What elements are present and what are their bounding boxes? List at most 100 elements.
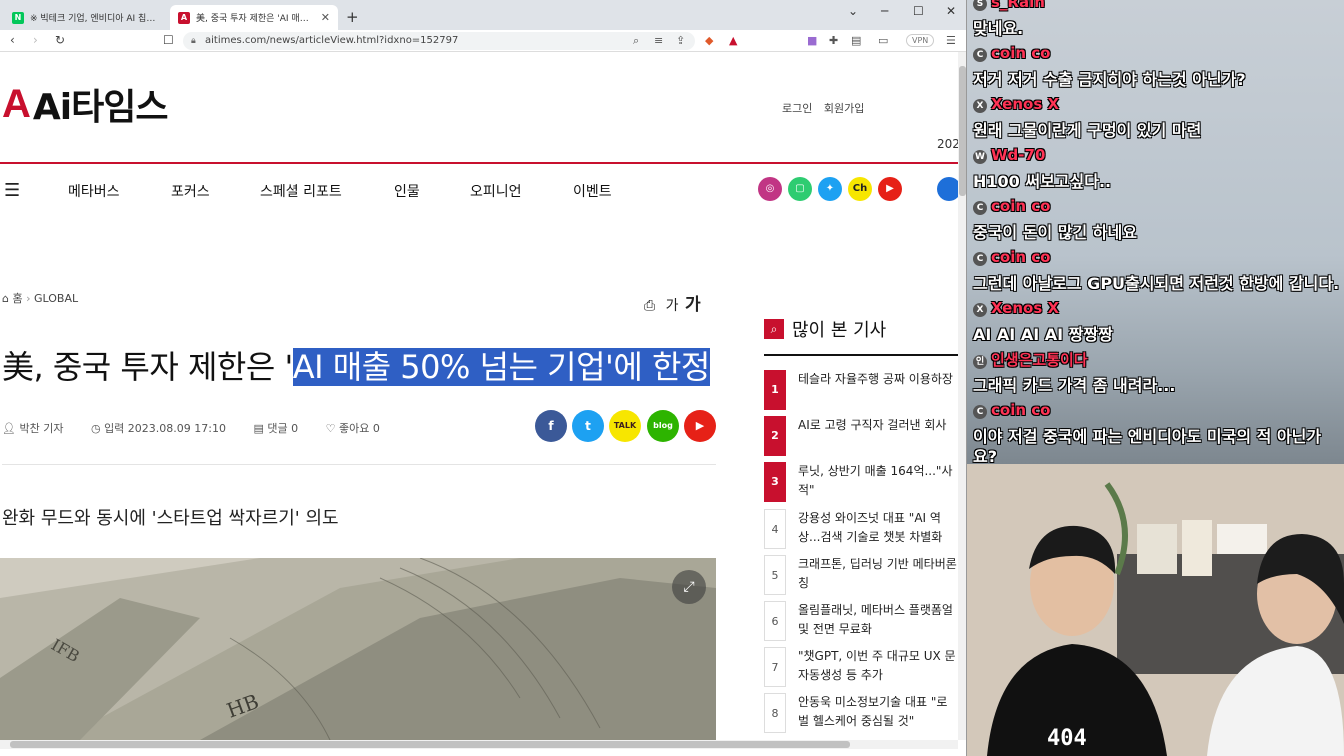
forward-icon[interactable]: › [33,33,38,47]
home-icon[interactable]: ⌂ [2,292,9,305]
popular-item-title: AI로 고령 구직자 걸러낸 회사 [798,418,947,432]
chat-username[interactable]: coin co [991,44,1050,62]
blog-share-icon[interactable]: blog [647,410,679,442]
web-page: A Ai타임스 로그인 회원가입 202 ☰ 메타버스 포커스 스페셜 리포트 … [0,52,958,740]
article-meta: 👤︎ 박찬 기자 ◷ 입력 2023.08.09 17:10 ▤ 댓글 0 ♡ … [2,420,404,436]
brave-shield-icon[interactable]: ◆ [705,34,713,47]
menu-focus[interactable]: 포커스 [171,181,210,201]
tab-naver-article[interactable]: N ※ 빅테크 기업, 엔비디아 AI 칩 50억 [4,5,166,30]
font-large-button[interactable]: 가 [685,295,701,315]
horizontal-scrollbar[interactable] [0,740,958,749]
wallet-icon[interactable]: ▭ [878,34,888,47]
vpn-button[interactable]: VPN [906,34,935,47]
menu-opinion[interactable]: 오피니언 [470,181,522,201]
popular-item[interactable]: 7 "챗GPT, 이번 주 대규모 UX 문 자동생성 등 추가 [764,647,958,687]
close-window-button[interactable]: ✕ [946,4,956,18]
popular-item[interactable]: 4 강용성 와이즈넛 대표 "AI 역상...검색 기술로 챗봇 차별화 [764,509,958,549]
vertical-scrollbar[interactable] [958,52,966,740]
popular-item-title: 강용성 와이즈넛 대표 "AI 역상...검색 기술로 챗봇 차별화 [798,511,943,544]
zoom-icon[interactable]: ⌕ [633,34,639,48]
expand-image-icon[interactable]: ⤢ [672,570,706,604]
login-link[interactable]: 로그인 [782,102,812,115]
bookmark-icon[interactable]: ☐ [163,33,174,47]
youtube-icon[interactable]: ▶ [878,177,902,201]
popular-item[interactable]: 6 올림플래닛, 메타버스 플랫폼얼 및 전면 무료화 [764,601,958,641]
kakao-share-icon[interactable]: TALK [609,410,641,442]
brave-rewards-icon[interactable]: ▲ [729,34,737,47]
youtube-share-icon[interactable]: ▶ [684,410,716,442]
menu-icon[interactable]: ☰ [946,34,956,47]
menu-metaverse[interactable]: 메타버스 [68,181,120,201]
maximize-button[interactable]: ☐ [913,4,924,18]
chat-message-text: 그런데 아날로그 GPU출시되면 저런것 한방에 갑니다. [973,274,1340,293]
reader-icon[interactable]: ≡ [654,34,663,47]
url-field[interactable]: 🔒︎ aitimes.com/news/articleView.html?idx… [183,32,695,50]
hamburger-menu-icon[interactable]: ☰ [4,180,20,201]
user-badge-icon: C [973,201,987,215]
menu-special-report[interactable]: 스페셜 리포트 [260,181,342,201]
chat-message-text: 중국이 돈이 많긴 하네요 [973,223,1137,242]
chat-message: 그런데 아날로그 GPU출시되면 저런것 한방에 갑니다. [973,270,1339,294]
facebook-share-icon[interactable]: f [535,410,567,442]
close-tab-icon[interactable]: ✕ [321,11,330,24]
popular-item-title: 루닛, 상반기 매출 164억..."사적" [798,464,953,497]
popular-item[interactable]: 3 루닛, 상반기 매출 164억..."사적" [764,462,958,502]
breadcrumb-section[interactable]: GLOBAL [34,292,78,305]
extensions-puzzle-icon[interactable]: ✚ [829,34,838,47]
chat-username-row: Ccoin co [973,43,1050,62]
font-small-button[interactable]: 가 [666,298,679,314]
kakao-channel-icon[interactable]: Ch [848,177,872,201]
extension-m-icon[interactable]: ■ [807,34,817,47]
signup-link[interactable]: 회원가입 [824,102,864,115]
chat-username[interactable]: 인생은고통이다 [991,351,1088,369]
tab-search-icon[interactable]: ⌄ [848,4,858,18]
comment-count[interactable]: ▤ 댓글 0 [253,422,310,435]
chat-username[interactable]: Xenos X [991,299,1059,317]
headline-text: 美, 중국 투자 제한은 ' [2,348,293,386]
sidebar-icon[interactable]: ▤ [851,34,861,47]
user-badge-icon: S [973,0,987,11]
print-icon[interactable]: ⎙ [644,298,655,314]
chat-message-text: 맞네요. [973,19,1024,38]
chevron-right-icon: › [26,292,35,305]
twitch-icon[interactable]: ▢ [788,177,812,201]
new-tab-button[interactable]: + [346,8,359,26]
tab-title: ※ 빅테크 기업, 엔비디아 AI 칩 50억 [30,14,158,24]
chat-username[interactable]: coin co [991,401,1050,419]
user-badge-icon: C [973,48,987,62]
search-icon: ⌕ [764,319,784,339]
popular-rank: 5 [764,555,786,595]
menu-people[interactable]: 인물 [394,181,420,201]
minimize-button[interactable]: ─ [881,4,888,18]
chat-username[interactable]: coin co [991,197,1050,215]
chat-username[interactable]: Xenos X [991,95,1059,113]
popular-item-title: "챗GPT, 이번 주 대규모 UX 문 자동생성 등 추가 [798,649,956,682]
tab-aitimes-article[interactable]: A 美, 중국 투자 제한은 'AI 매출 50% ✕ [170,5,338,30]
chat-username[interactable]: coin co [991,248,1050,266]
breadcrumb-home[interactable]: 홈 [12,292,22,305]
chat-username[interactable]: s_Rain [991,0,1045,11]
popular-articles: ⌕ 많이 본 기사 [764,316,958,356]
share-page-icon[interactable]: ⇪ [676,34,685,47]
like-count[interactable]: ♡ 좋아요 0 [326,422,392,435]
chat-username[interactable]: Wd-70 [991,146,1045,164]
twitter-share-icon[interactable]: t [572,410,604,442]
popular-item[interactable]: 1 테슬라 자율주행 공짜 이용하장 [764,370,958,410]
popular-item[interactable]: 5 크래프톤, 딥러닝 기반 메타버론칭 [764,555,958,595]
back-icon[interactable]: ‹ [10,33,15,47]
reload-icon[interactable]: ↻ [55,33,65,47]
logo-mark: A [2,81,31,126]
logo-text: Ai타임스 [32,87,169,128]
news-icon[interactable] [937,177,958,201]
menu-event[interactable]: 이벤트 [573,181,612,201]
chat-message-text: 그래픽 카드 가격 좀 내려라... [973,376,1176,395]
article-photo: HB IFB ⤢ [0,558,716,740]
popular-item[interactable]: 8 안동욱 미소정보기술 대표 "로벌 헬스케어 중심될 것" [764,693,958,733]
twitter-icon[interactable]: ✦ [818,177,842,201]
chat-username-row: 인 인생은고통이다 [973,349,1088,370]
site-logo[interactable]: A Ai타임스 [2,78,169,130]
publish-date: ◷ 입력 2023.08.09 17:10 [90,422,226,435]
chat-message-text: 이야 저걸 중국에 파는 엔비디아도 미국의 적 아닌가 [973,427,1322,446]
instagram-icon[interactable]: ◎ [758,177,782,201]
popular-item[interactable]: 2 AI로 고령 구직자 걸러낸 회사 [764,416,958,456]
